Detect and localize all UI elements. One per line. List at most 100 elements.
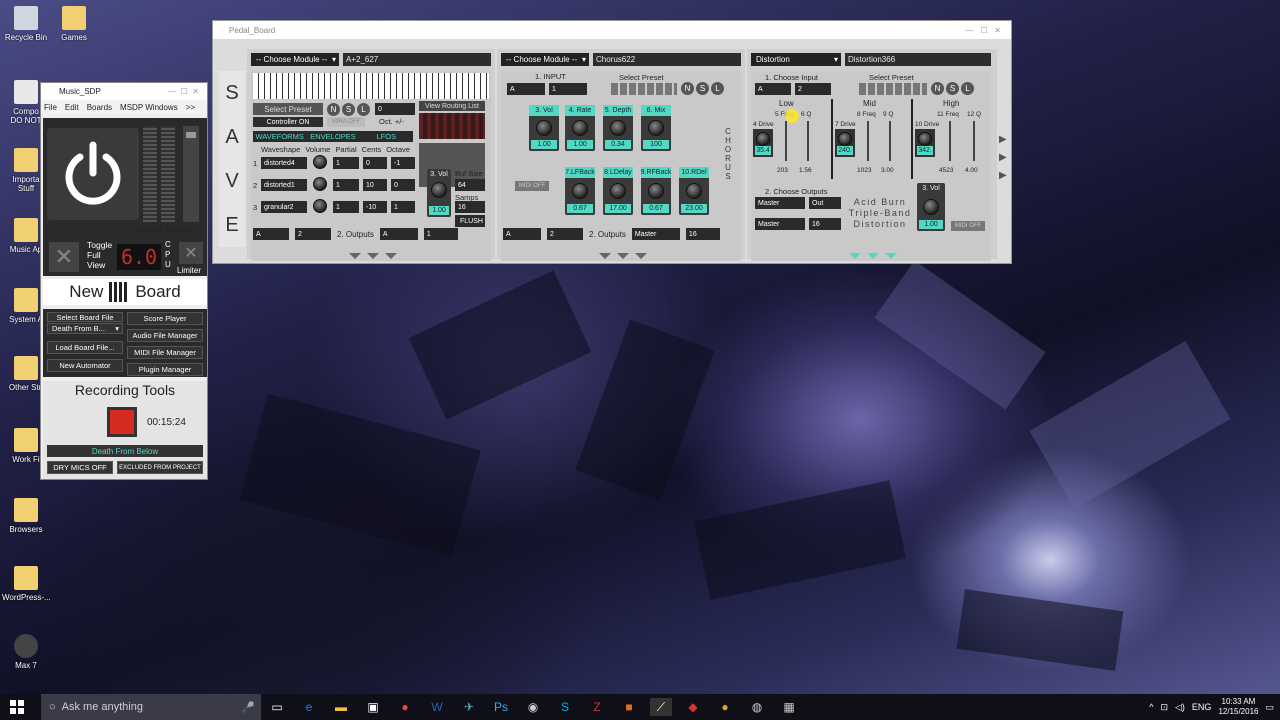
drive-control[interactable]: 35.4	[753, 129, 773, 157]
cents-select[interactable]: -10	[363, 201, 387, 213]
new-automator-button[interactable]: New Automator	[47, 359, 123, 372]
desktop-icon-wordpress[interactable]: WordPress-...	[2, 566, 51, 602]
select-board-file-button[interactable]: Select Board File	[47, 312, 123, 322]
vol-knob[interactable]	[431, 182, 447, 198]
knob[interactable]	[572, 120, 588, 136]
knob[interactable]	[756, 132, 770, 146]
mira-toggle[interactable]: MIRA OFF	[327, 117, 365, 127]
module-name-field[interactable]: A+2_627	[343, 53, 491, 66]
choose-module-dropdown[interactable]: Distortion ▾	[751, 53, 841, 66]
scroll-right-arrows[interactable]: ▶ ▶ ▶	[999, 131, 1007, 185]
n-button[interactable]: N	[681, 82, 694, 95]
freq-slider[interactable]	[785, 121, 787, 161]
octave-select[interactable]: -1	[391, 157, 415, 169]
buf-size-select[interactable]: 64	[455, 179, 485, 191]
waveshape-select[interactable]: distorted1	[261, 179, 307, 191]
knob[interactable]	[686, 183, 702, 199]
collapse-icon[interactable]	[385, 253, 397, 259]
file-explorer-icon[interactable]: ▬	[330, 698, 352, 716]
l-button[interactable]: L	[357, 103, 370, 116]
audio-file-manager-button[interactable]: Audio File Manager	[127, 329, 203, 342]
collapse-icon[interactable]	[599, 253, 611, 259]
tab-waveforms[interactable]: WAVEFORMS	[253, 131, 307, 142]
choose-module-dropdown[interactable]: -- Choose Module -- ▾	[501, 53, 589, 66]
language-indicator[interactable]: ENG	[1192, 702, 1212, 712]
store-icon[interactable]: ▣	[362, 698, 384, 716]
menu-more[interactable]: >>	[186, 103, 195, 112]
knob[interactable]	[572, 183, 588, 199]
filezilla-icon[interactable]: Z	[586, 698, 608, 716]
app-icon[interactable]: ●	[714, 698, 736, 716]
knob[interactable]	[610, 120, 626, 136]
max-icon[interactable]: ⟋	[650, 698, 672, 716]
desktop-icon-games[interactable]: Games	[50, 6, 98, 42]
tab-lfos[interactable]: LFOS	[359, 131, 413, 142]
clock[interactable]: 10:33 AM 12/15/2016	[1218, 697, 1258, 717]
input-channel-select[interactable]: A	[253, 228, 289, 240]
volume-knob[interactable]	[313, 177, 327, 191]
vol-control[interactable]: 3. Vol 1.00	[917, 183, 945, 231]
freq-slider[interactable]	[867, 121, 869, 161]
partial-select[interactable]: 1	[333, 157, 359, 169]
freq-slider[interactable]	[949, 121, 951, 161]
network-icon[interactable]: ⊡	[1160, 702, 1168, 713]
output-number-select[interactable]: 1	[423, 228, 458, 240]
start-button[interactable]	[6, 698, 28, 716]
drive-control[interactable]: 240.	[835, 129, 855, 157]
menu-edit[interactable]: Edit	[65, 103, 79, 112]
desktop-icon-browsers[interactable]: Browsers	[2, 498, 50, 534]
collapse-icon[interactable]	[867, 253, 879, 259]
app-icon[interactable]: ◍	[746, 698, 768, 716]
collapse-icon[interactable]	[885, 253, 897, 259]
menu-msdp-windows[interactable]: MSDP Windows	[120, 103, 178, 112]
n-button[interactable]: N	[327, 103, 340, 116]
output2-channel-select[interactable]: Master	[755, 218, 805, 230]
select-preset-button[interactable]: Select Preset	[253, 103, 323, 115]
octave-select[interactable]: 0	[391, 179, 415, 191]
knob[interactable]	[648, 120, 664, 136]
flush-button[interactable]: FLUSH	[455, 215, 485, 227]
routing-grid[interactable]	[419, 113, 485, 139]
app-icon[interactable]: ◆	[682, 698, 704, 716]
output-channel-select[interactable]: A	[379, 228, 418, 240]
knob[interactable]	[536, 120, 552, 136]
collapse-icon[interactable]	[349, 253, 361, 259]
limiter-toggle[interactable]: ✕	[179, 242, 203, 264]
input-number-select[interactable]: 2	[295, 228, 331, 240]
rate-control[interactable]: 4. Rate 1.00	[565, 105, 595, 151]
controller-toggle[interactable]: Controller ON	[253, 117, 323, 127]
preset-slots[interactable]	[611, 83, 677, 95]
knob[interactable]	[923, 199, 939, 215]
plugin-manager-button[interactable]: Plugin Manager	[127, 363, 203, 376]
rfback-control[interactable]: 9.RFBack 0.67	[641, 167, 671, 215]
preset-slots[interactable]	[859, 83, 927, 95]
octave-select[interactable]: 1	[391, 201, 415, 213]
microphone-icon[interactable]: 🎤	[241, 701, 255, 714]
ldelay-control[interactable]: 8.LDelay 17.00	[603, 167, 633, 215]
q-slider[interactable]	[807, 121, 809, 161]
output-channel-select[interactable]: Master	[631, 228, 680, 240]
samps-select[interactable]: 16	[455, 201, 485, 213]
tab-envelopes[interactable]: ENVELOPES	[306, 131, 360, 142]
collapse-icon[interactable]	[617, 253, 629, 259]
app-icon[interactable]: ▦	[778, 698, 800, 716]
piano-keyboard[interactable]	[253, 73, 489, 99]
volume-knob[interactable]	[313, 155, 327, 169]
drive-control[interactable]: 342.	[915, 129, 935, 157]
new-board-button[interactable]: New Board	[43, 279, 207, 305]
knob[interactable]	[610, 183, 626, 199]
dry-mics-button[interactable]: DRY MICS OFF	[47, 461, 113, 474]
word-icon[interactable]: W	[426, 698, 448, 716]
s-button[interactable]: S	[946, 82, 959, 95]
master-volume-slider[interactable]	[183, 126, 199, 222]
volume-icon[interactable]: ◁)	[1175, 702, 1185, 713]
cents-select[interactable]: 0	[363, 157, 387, 169]
n-button[interactable]: N	[931, 82, 944, 95]
partial-select[interactable]: 1	[333, 179, 359, 191]
power-button[interactable]	[47, 128, 139, 220]
view-routing-button[interactable]: View Routing List	[419, 101, 485, 111]
save-button[interactable]: S A V E	[219, 71, 245, 247]
input-channel-select[interactable]: A	[755, 83, 791, 95]
q-slider[interactable]	[973, 121, 975, 161]
output1-channel-select[interactable]: Master	[755, 197, 805, 209]
